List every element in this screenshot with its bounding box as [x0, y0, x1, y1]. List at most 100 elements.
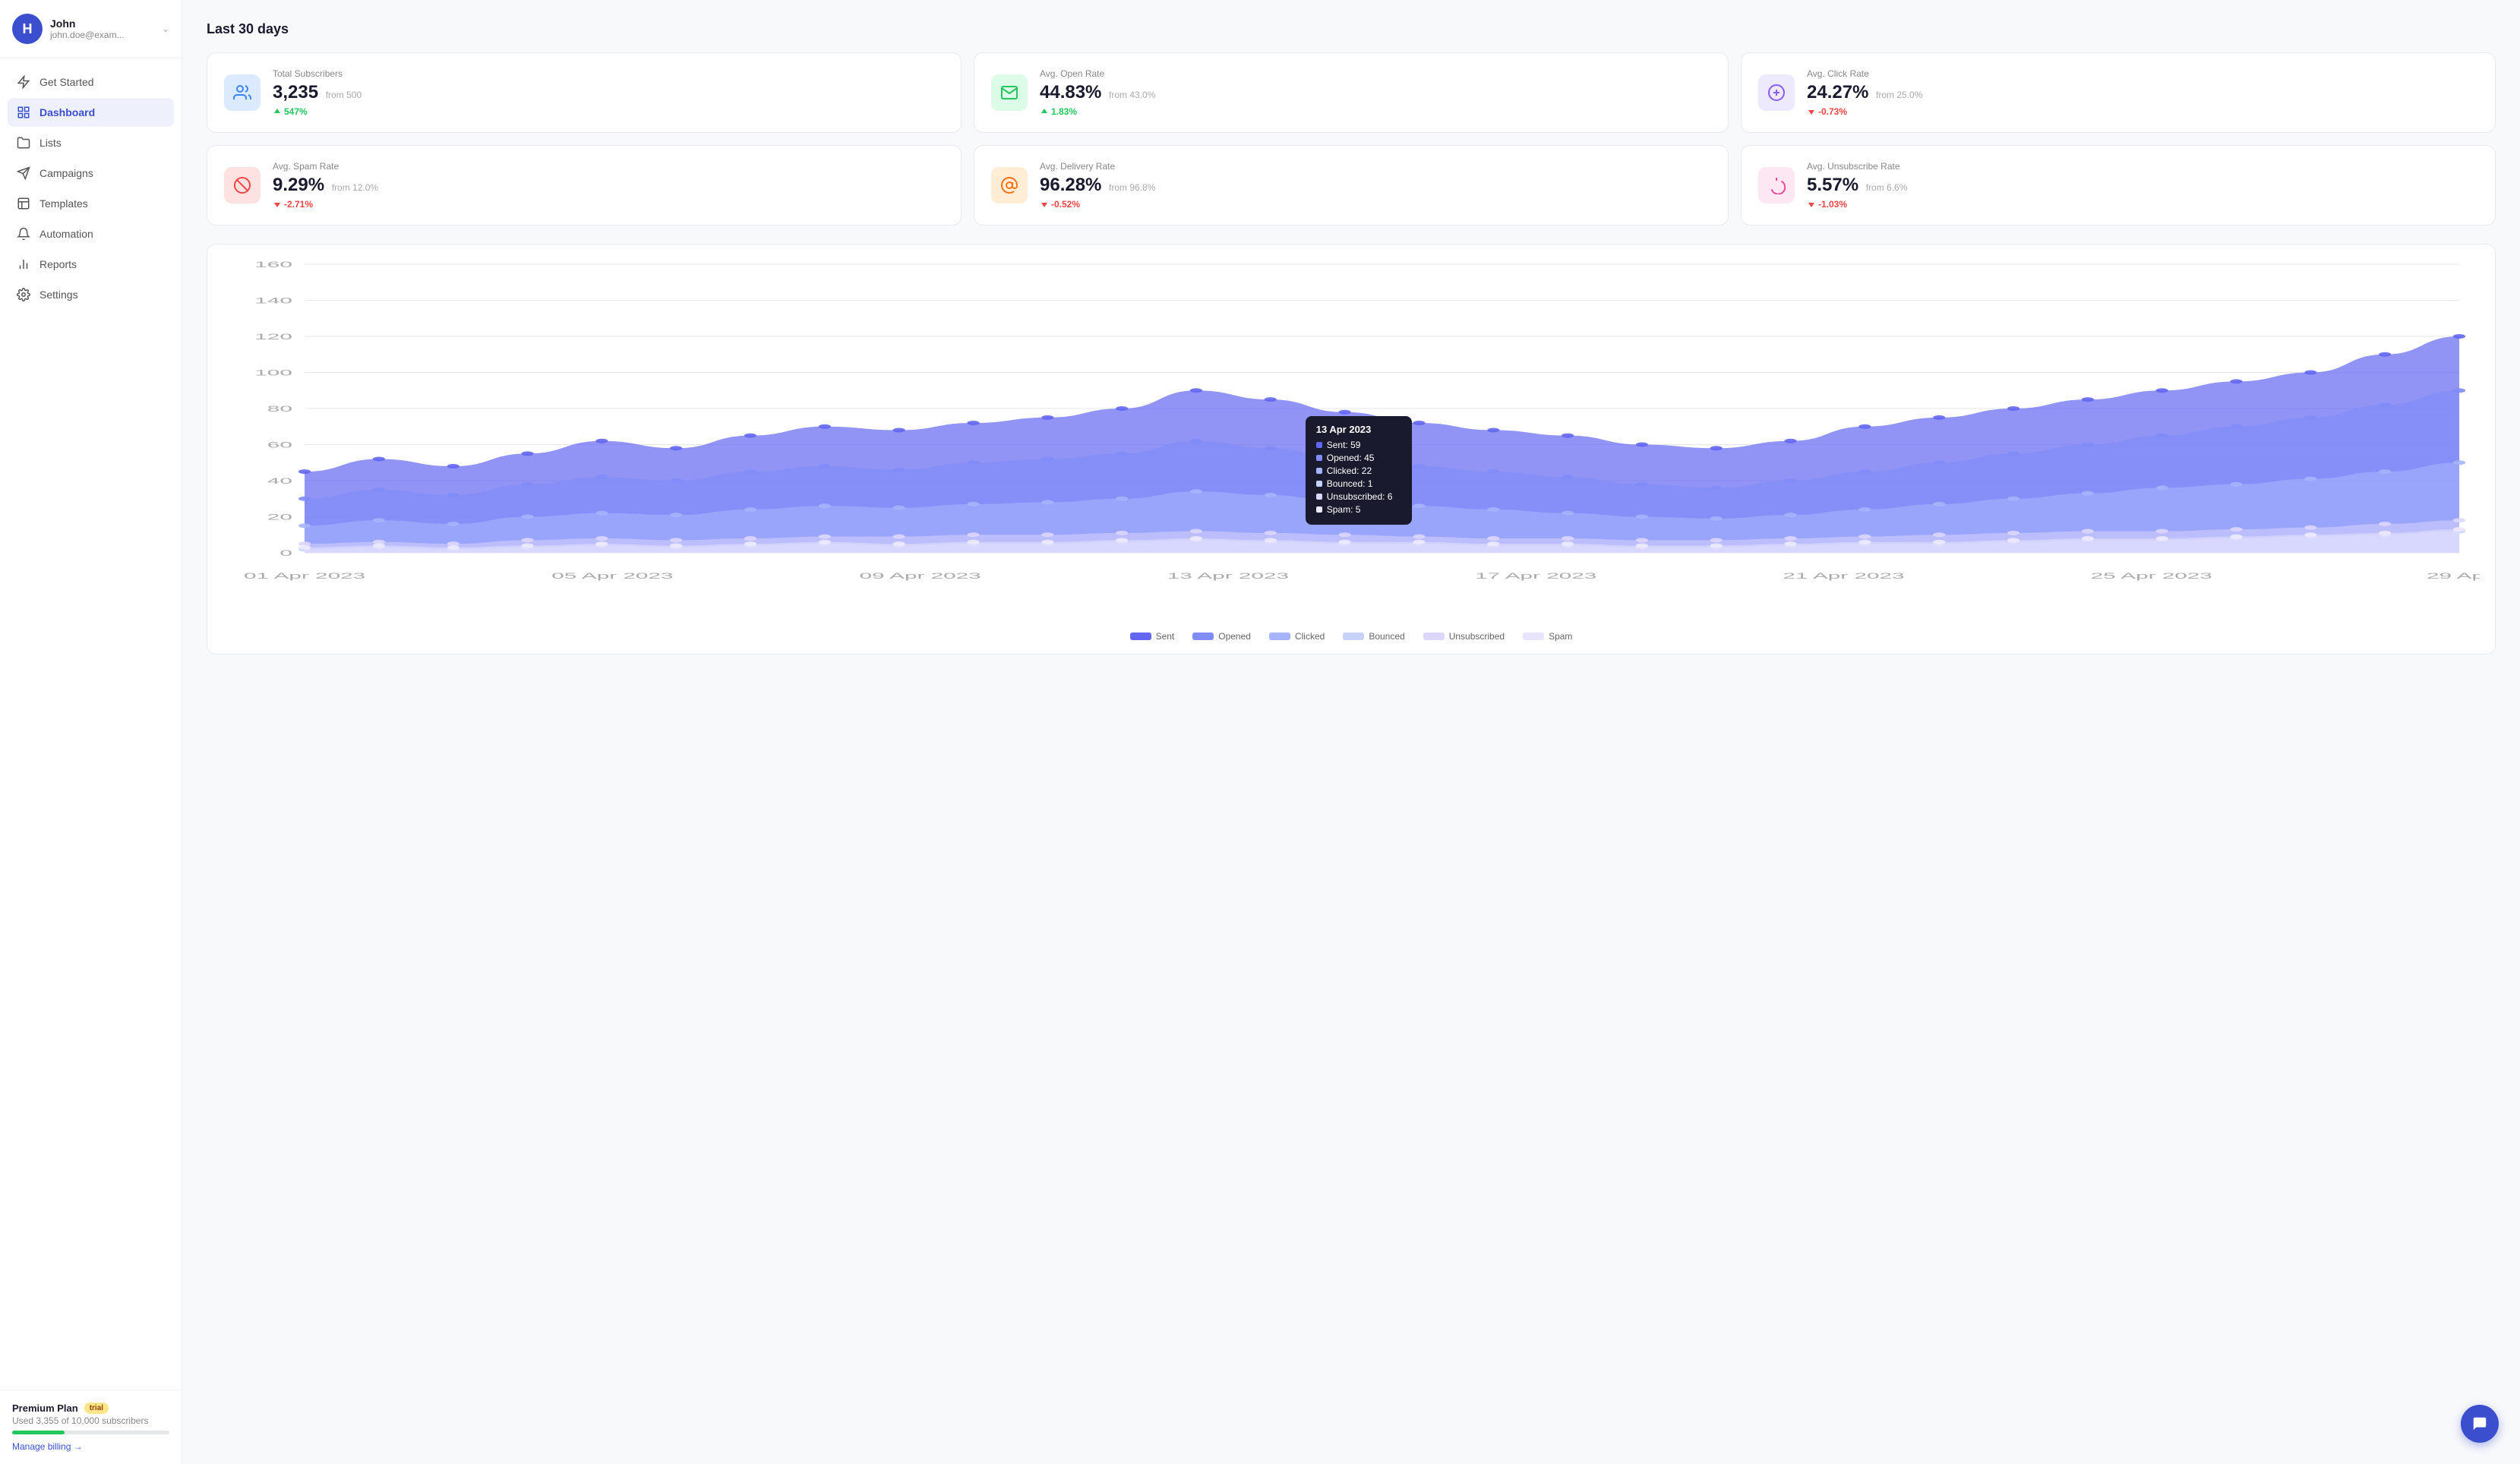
legend-color	[1130, 633, 1151, 640]
svg-text:01 Apr 2023: 01 Apr 2023	[244, 571, 365, 580]
avg-open-rate-icon-box	[991, 74, 1028, 111]
legend-item: Clicked	[1269, 631, 1325, 642]
legend-label: Spam	[1549, 631, 1572, 642]
user-info: John john.doe@exam...	[50, 17, 162, 40]
legend-label: Bounced	[1369, 631, 1404, 642]
sidebar-item-automation[interactable]: Automation	[8, 219, 174, 248]
plan-name: Premium Plan trial	[12, 1402, 169, 1414]
svg-text:140: 140	[254, 296, 292, 305]
avg-spam-rate-label: Avg. Spam Rate	[273, 161, 944, 172]
svg-text:20: 20	[267, 513, 292, 522]
svg-text:40: 40	[267, 476, 292, 485]
nav-label-lists: Lists	[39, 137, 62, 149]
avg-delivery-rate-label: Avg. Delivery Rate	[1040, 161, 1711, 172]
sidebar-item-lists[interactable]: Lists	[8, 128, 174, 157]
legend-color	[1192, 633, 1214, 640]
legend-item: Unsubscribed	[1423, 631, 1505, 642]
avg-spam-rate-icon-box	[224, 167, 261, 204]
templates-icon	[17, 197, 30, 210]
svg-text:29 Apr: 29 Apr	[2427, 571, 2480, 580]
total-subscribers-content: Total Subscribers 3,235 from 500 547%	[273, 68, 944, 117]
sidebar-item-reports[interactable]: Reports	[8, 250, 174, 279]
avg-open-rate-from: from 43.0%	[1109, 90, 1155, 100]
sidebar-item-dashboard[interactable]: Dashboard	[8, 98, 174, 127]
campaigns-icon	[17, 166, 30, 180]
settings-icon	[17, 288, 30, 301]
chevron-down-icon: ⌄	[162, 24, 169, 34]
user-name: John	[50, 17, 162, 30]
page-title: Last 30 days	[207, 21, 2496, 37]
legend-label: Clicked	[1295, 631, 1325, 642]
legend-color	[1523, 633, 1544, 640]
avg-unsubscribe-rate-icon-box	[1758, 167, 1795, 204]
avg-spam-rate-change: -2.71%	[273, 199, 944, 210]
avatar: H	[12, 14, 43, 44]
legend-color	[1423, 633, 1445, 640]
nav-label-get-started: Get Started	[39, 76, 94, 88]
avg-unsubscribe-rate-value: 5.57%	[1807, 175, 1858, 195]
total-subscribers-icon-box	[224, 74, 261, 111]
avg-delivery-rate-from: from 96.8%	[1109, 182, 1155, 193]
sidebar-item-settings[interactable]: Settings	[8, 280, 174, 309]
svg-text:05 Apr 2023: 05 Apr 2023	[551, 571, 673, 580]
avg-unsubscribe-rate-content: Avg. Unsubscribe Rate 5.57% from 6.6% -1…	[1807, 161, 2478, 210]
avg-delivery-rate-value: 96.28%	[1040, 175, 1101, 195]
avg-open-rate-value: 44.83%	[1040, 82, 1101, 103]
progress-bar-fill	[12, 1431, 65, 1434]
nav-label-campaigns: Campaigns	[39, 167, 93, 179]
svg-text:120: 120	[254, 332, 292, 341]
svg-text:13 Apr 2023: 13 Apr 2023	[1167, 571, 1289, 580]
stat-card-total-subscribers: Total Subscribers 3,235 from 500 547%	[207, 52, 962, 133]
chart-legend: Sent Opened Clicked Bounced Unsubscribed…	[223, 631, 2480, 642]
svg-text:160: 160	[254, 260, 292, 269]
avg-click-rate-change: -0.73%	[1807, 106, 2478, 117]
stat-card-avg-open-rate: Avg. Open Rate 44.83% from 43.0% 1.83%	[974, 52, 1729, 133]
total-subscribers-label: Total Subscribers	[273, 68, 944, 79]
total-subscribers-change: 547%	[273, 106, 944, 117]
avg-delivery-rate-icon-box	[991, 167, 1028, 204]
svg-text:100: 100	[254, 368, 292, 377]
legend-item: Bounced	[1343, 631, 1404, 642]
sidebar: H John john.doe@exam... ⌄ Get Started Da…	[0, 0, 182, 1464]
nav-label-reports: Reports	[39, 258, 77, 270]
nav-label-templates: Templates	[39, 197, 88, 210]
nav-label-settings: Settings	[39, 289, 78, 301]
svg-text:0: 0	[279, 548, 292, 557]
avg-click-rate-value: 24.27%	[1807, 82, 1868, 103]
reports-icon	[17, 257, 30, 271]
user-email: john.doe@exam...	[50, 30, 149, 40]
avg-click-rate-icon-box	[1758, 74, 1795, 111]
legend-label: Opened	[1218, 631, 1251, 642]
svg-text:09 Apr 2023: 09 Apr 2023	[860, 571, 981, 580]
avg-unsubscribe-rate-label: Avg. Unsubscribe Rate	[1807, 161, 2478, 172]
chart-container: 02040608010012014016001 Apr 202305 Apr 2…	[207, 244, 2496, 655]
svg-text:80: 80	[267, 404, 292, 413]
stat-card-avg-spam-rate: Avg. Spam Rate 9.29% from 12.0% -2.71%	[207, 145, 962, 226]
sidebar-item-campaigns[interactable]: Campaigns	[8, 159, 174, 188]
stat-card-avg-unsubscribe-rate: Avg. Unsubscribe Rate 5.57% from 6.6% -1…	[1741, 145, 2496, 226]
chat-button[interactable]	[2461, 1405, 2499, 1443]
total-subscribers-value: 3,235	[273, 82, 318, 103]
stats-grid: Total Subscribers 3,235 from 500 547% Av…	[207, 52, 2496, 226]
svg-text:25 Apr 2023: 25 Apr 2023	[2091, 571, 2212, 580]
avg-click-rate-content: Avg. Click Rate 24.27% from 25.0% -0.73%	[1807, 68, 2478, 117]
stat-card-avg-click-rate: Avg. Click Rate 24.27% from 25.0% -0.73%	[1741, 52, 2496, 133]
progress-bar-background	[12, 1431, 169, 1434]
main-content: Last 30 days Total Subscribers 3,235 fro…	[182, 0, 2520, 1464]
legend-label: Unsubscribed	[1449, 631, 1505, 642]
automation-icon	[17, 227, 30, 241]
user-profile[interactable]: H John john.doe@exam... ⌄	[0, 0, 182, 58]
stat-card-avg-delivery-rate: Avg. Delivery Rate 96.28% from 96.8% -0.…	[974, 145, 1729, 226]
plan-usage: Used 3,355 of 10,000 subscribers	[12, 1415, 169, 1426]
manage-billing-link[interactable]: Manage billing →	[12, 1441, 83, 1452]
sidebar-item-get-started[interactable]: Get Started	[8, 68, 174, 96]
avg-spam-rate-content: Avg. Spam Rate 9.29% from 12.0% -2.71%	[273, 161, 944, 210]
nav-label-dashboard: Dashboard	[39, 106, 95, 118]
dashboard-icon	[17, 106, 30, 119]
avg-spam-rate-from: from 12.0%	[332, 182, 378, 193]
avg-spam-rate-value: 9.29%	[273, 175, 324, 195]
avg-open-rate-content: Avg. Open Rate 44.83% from 43.0% 1.83%	[1040, 68, 1711, 117]
avg-click-rate-label: Avg. Click Rate	[1807, 68, 2478, 79]
legend-label: Sent	[1156, 631, 1175, 642]
sidebar-item-templates[interactable]: Templates	[8, 189, 174, 218]
